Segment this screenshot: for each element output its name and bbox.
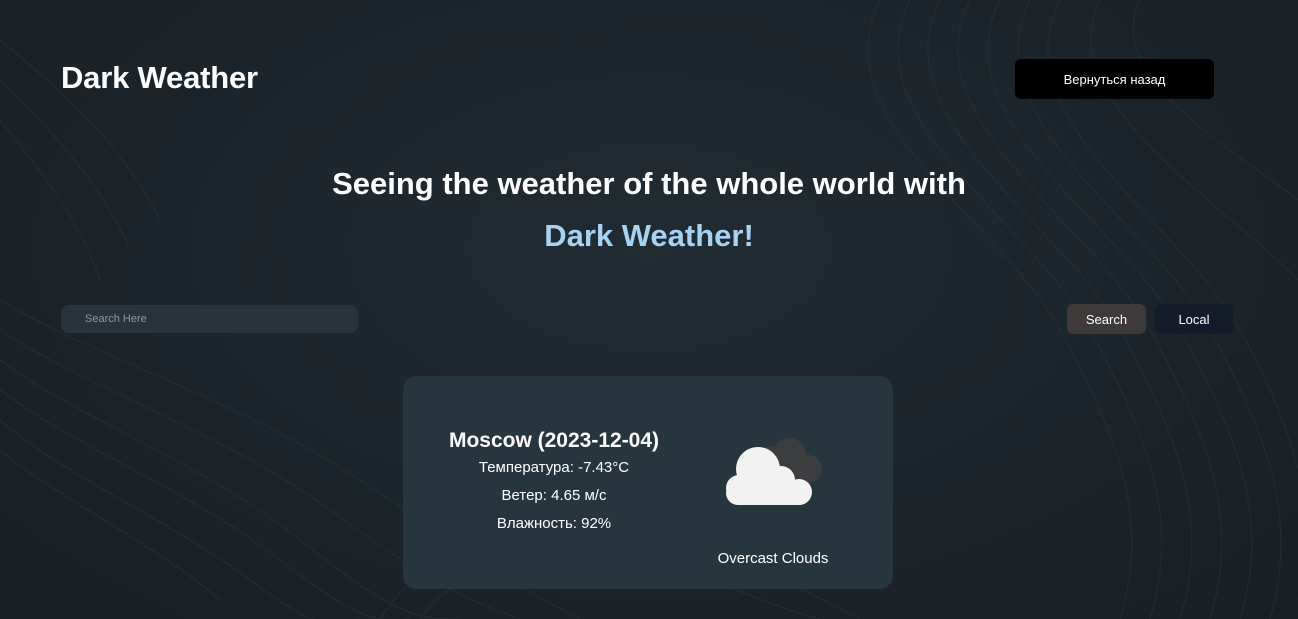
page: Dark Weather Вернуться назад Seeing the …: [0, 0, 1298, 619]
city-date-title: Moscow (2023-12-04): [448, 429, 660, 452]
back-button[interactable]: Вернуться назад: [1015, 59, 1214, 99]
overcast-clouds-icon: [726, 438, 822, 505]
hero-highlight: Dark Weather!: [544, 218, 754, 253]
weather-description: Overcast Clouds: [717, 550, 829, 567]
search-button[interactable]: Search: [1067, 304, 1146, 334]
local-button[interactable]: Local: [1155, 304, 1233, 334]
wind-text: Ветер: 4.65 м/с: [501, 487, 607, 504]
humidity-text: Влажность: 92%: [496, 515, 612, 532]
temperature-text: Температура: -7.43°C: [478, 459, 630, 476]
brand-title: Dark Weather: [61, 60, 258, 95]
hero-heading: Seeing the weather of the whole world wi…: [332, 166, 966, 201]
weather-card: Moscow (2023-12-04) Температура: -7.43°C…: [403, 376, 893, 589]
search-input[interactable]: [61, 305, 358, 333]
